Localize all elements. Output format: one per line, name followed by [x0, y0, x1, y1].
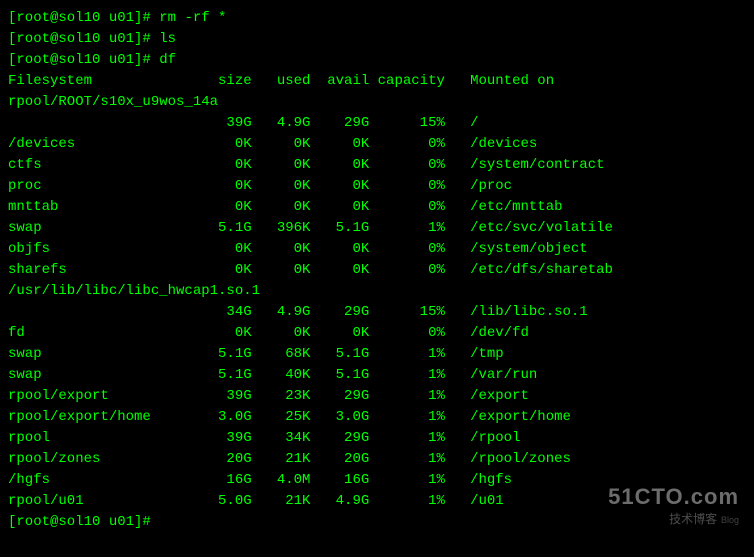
- df-row: sharefs 0K 0K 0K 0% /etc/dfs/sharetab: [8, 260, 746, 281]
- df-header: Filesystem size used avail capacity Moun…: [8, 71, 746, 92]
- df-row-fs: /usr/lib/libc/libc_hwcap1.so.1: [8, 281, 746, 302]
- command-text: ls: [159, 31, 176, 47]
- df-row: rpool/export 39G 23K 29G 1% /export: [8, 386, 746, 407]
- shell-prompt: [root@sol10 u01]#: [8, 31, 159, 47]
- shell-prompt: [root@sol10 u01]#: [8, 52, 159, 68]
- df-row: /devices 0K 0K 0K 0% /devices: [8, 134, 746, 155]
- df-row: rpool/export/home 3.0G 25K 3.0G 1% /expo…: [8, 407, 746, 428]
- df-row: objfs 0K 0K 0K 0% /system/object: [8, 239, 746, 260]
- shell-prompt: [root@sol10 u01]#: [8, 10, 159, 26]
- command-text: df: [159, 52, 176, 68]
- df-row-fs: rpool/ROOT/s10x_u9wos_14a: [8, 92, 746, 113]
- df-row: rpool/u01 5.0G 21K 4.9G 1% /u01: [8, 491, 746, 512]
- terminal-output[interactable]: [root@sol10 u01]# rm -rf *[root@sol10 u0…: [8, 8, 746, 533]
- df-row-values: 39G 4.9G 29G 15% /: [8, 113, 746, 134]
- df-row: /hgfs 16G 4.0M 16G 1% /hgfs: [8, 470, 746, 491]
- df-row: swap 5.1G 396K 5.1G 1% /etc/svc/volatile: [8, 218, 746, 239]
- df-row: swap 5.1G 40K 5.1G 1% /var/run: [8, 365, 746, 386]
- command-line: [root@sol10 u01]# rm -rf *: [8, 8, 746, 29]
- df-row: rpool 39G 34K 29G 1% /rpool: [8, 428, 746, 449]
- df-row-values: 34G 4.9G 29G 15% /lib/libc.so.1: [8, 302, 746, 323]
- df-row: rpool/zones 20G 21K 20G 1% /rpool/zones: [8, 449, 746, 470]
- df-row: swap 5.1G 68K 5.1G 1% /tmp: [8, 344, 746, 365]
- command-line: [root@sol10 u01]# ls: [8, 29, 746, 50]
- command-line-current[interactable]: [root@sol10 u01]#: [8, 512, 746, 533]
- command-text: rm -rf *: [159, 10, 226, 26]
- df-row: mnttab 0K 0K 0K 0% /etc/mnttab: [8, 197, 746, 218]
- command-line: [root@sol10 u01]# df: [8, 50, 746, 71]
- shell-prompt: [root@sol10 u01]#: [8, 514, 159, 530]
- df-row: ctfs 0K 0K 0K 0% /system/contract: [8, 155, 746, 176]
- df-row: proc 0K 0K 0K 0% /proc: [8, 176, 746, 197]
- df-row: fd 0K 0K 0K 0% /dev/fd: [8, 323, 746, 344]
